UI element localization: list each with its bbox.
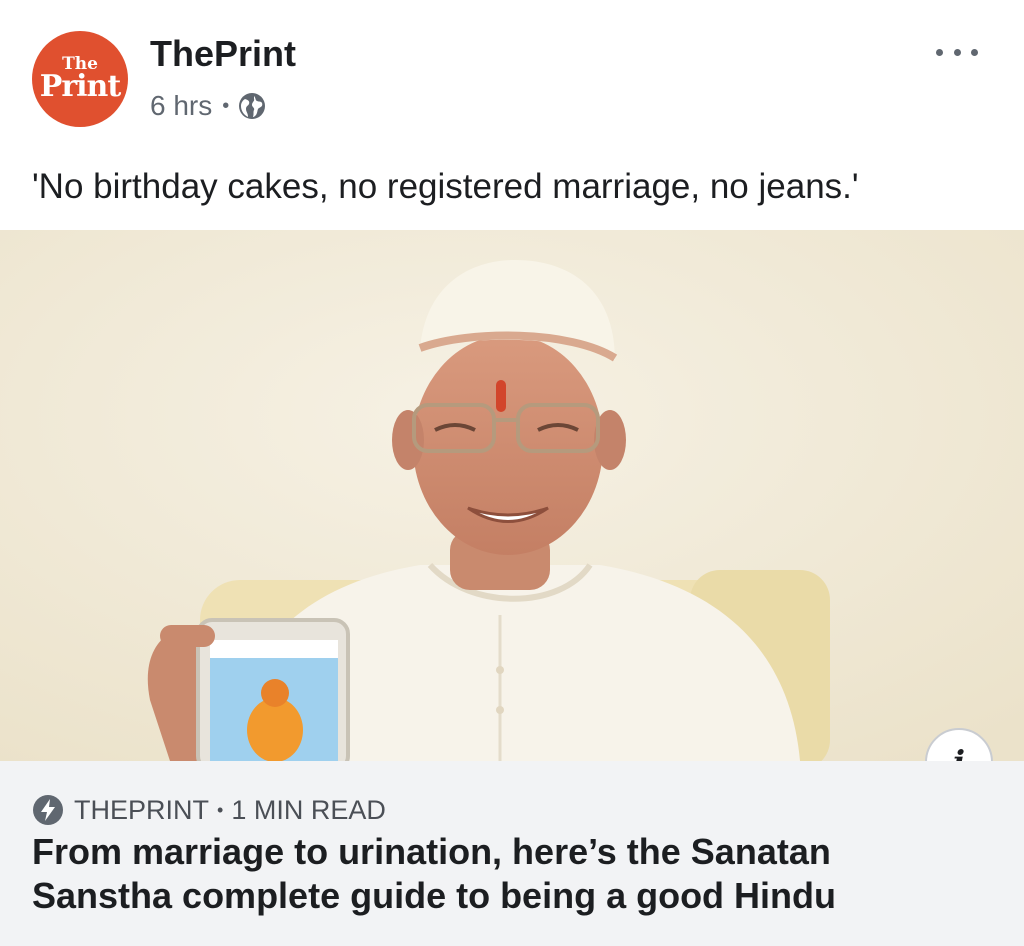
avatar-logo-print: Print xyxy=(39,69,121,104)
link-source: THEPRINT xyxy=(74,794,209,825)
post-meta: 6 hrs • xyxy=(150,88,267,124)
meta-separator: • xyxy=(222,94,230,117)
link-read-time: 1 MIN READ xyxy=(231,794,386,825)
more-options-button[interactable] xyxy=(930,38,984,66)
article-photo[interactable] xyxy=(0,230,1024,761)
post-caption: 'No birthday cakes, no registered marria… xyxy=(32,167,859,206)
article-photo-illustration xyxy=(0,230,1024,761)
more-dots-icon xyxy=(936,48,943,56)
page-name-link[interactable]: ThePrint xyxy=(150,32,296,76)
globe-icon xyxy=(239,93,266,119)
link-source-row: THEPRINT • 1 MIN READ xyxy=(32,794,386,826)
page-avatar[interactable]: The Print xyxy=(32,31,128,127)
link-meta-separator: • xyxy=(217,799,224,820)
link-title[interactable]: From marriage to urination, here’s the S… xyxy=(32,830,932,918)
post-header: The Print ThePrint 6 hrs • xyxy=(0,0,1024,150)
post-timestamp[interactable]: 6 hrs xyxy=(150,90,212,122)
lightning-bolt-icon xyxy=(33,795,63,825)
